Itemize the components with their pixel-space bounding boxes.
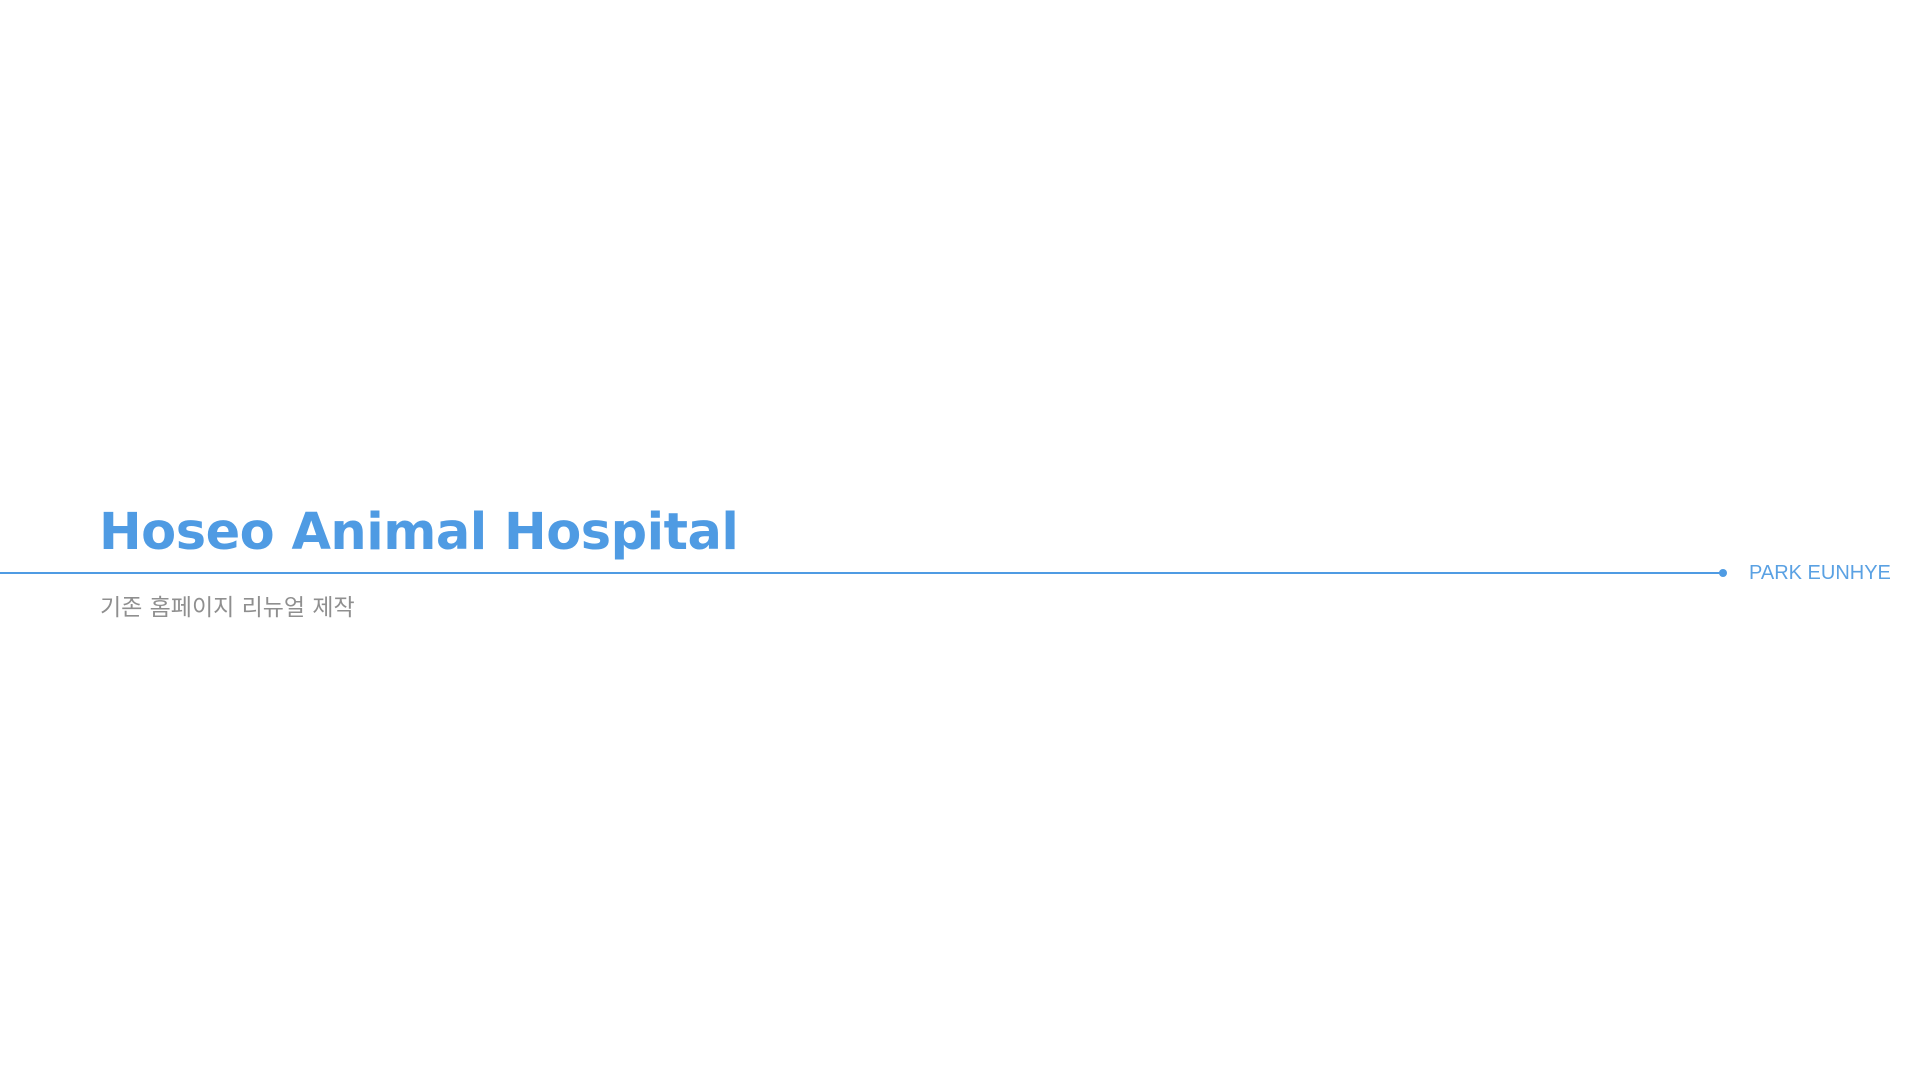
slide-subtitle: 기존 홈페이지 리뉴얼 제작 [100,595,355,621]
title-slide: Hoseo Animal Hospital PARK EUNHYE 기존 홈페이… [0,0,1920,1080]
divider-line [0,572,1723,574]
divider-end-dot [1719,569,1727,577]
author-name: PARK EUNHYE [1749,562,1891,584]
slide-title: Hoseo Animal Hospital [99,503,739,562]
